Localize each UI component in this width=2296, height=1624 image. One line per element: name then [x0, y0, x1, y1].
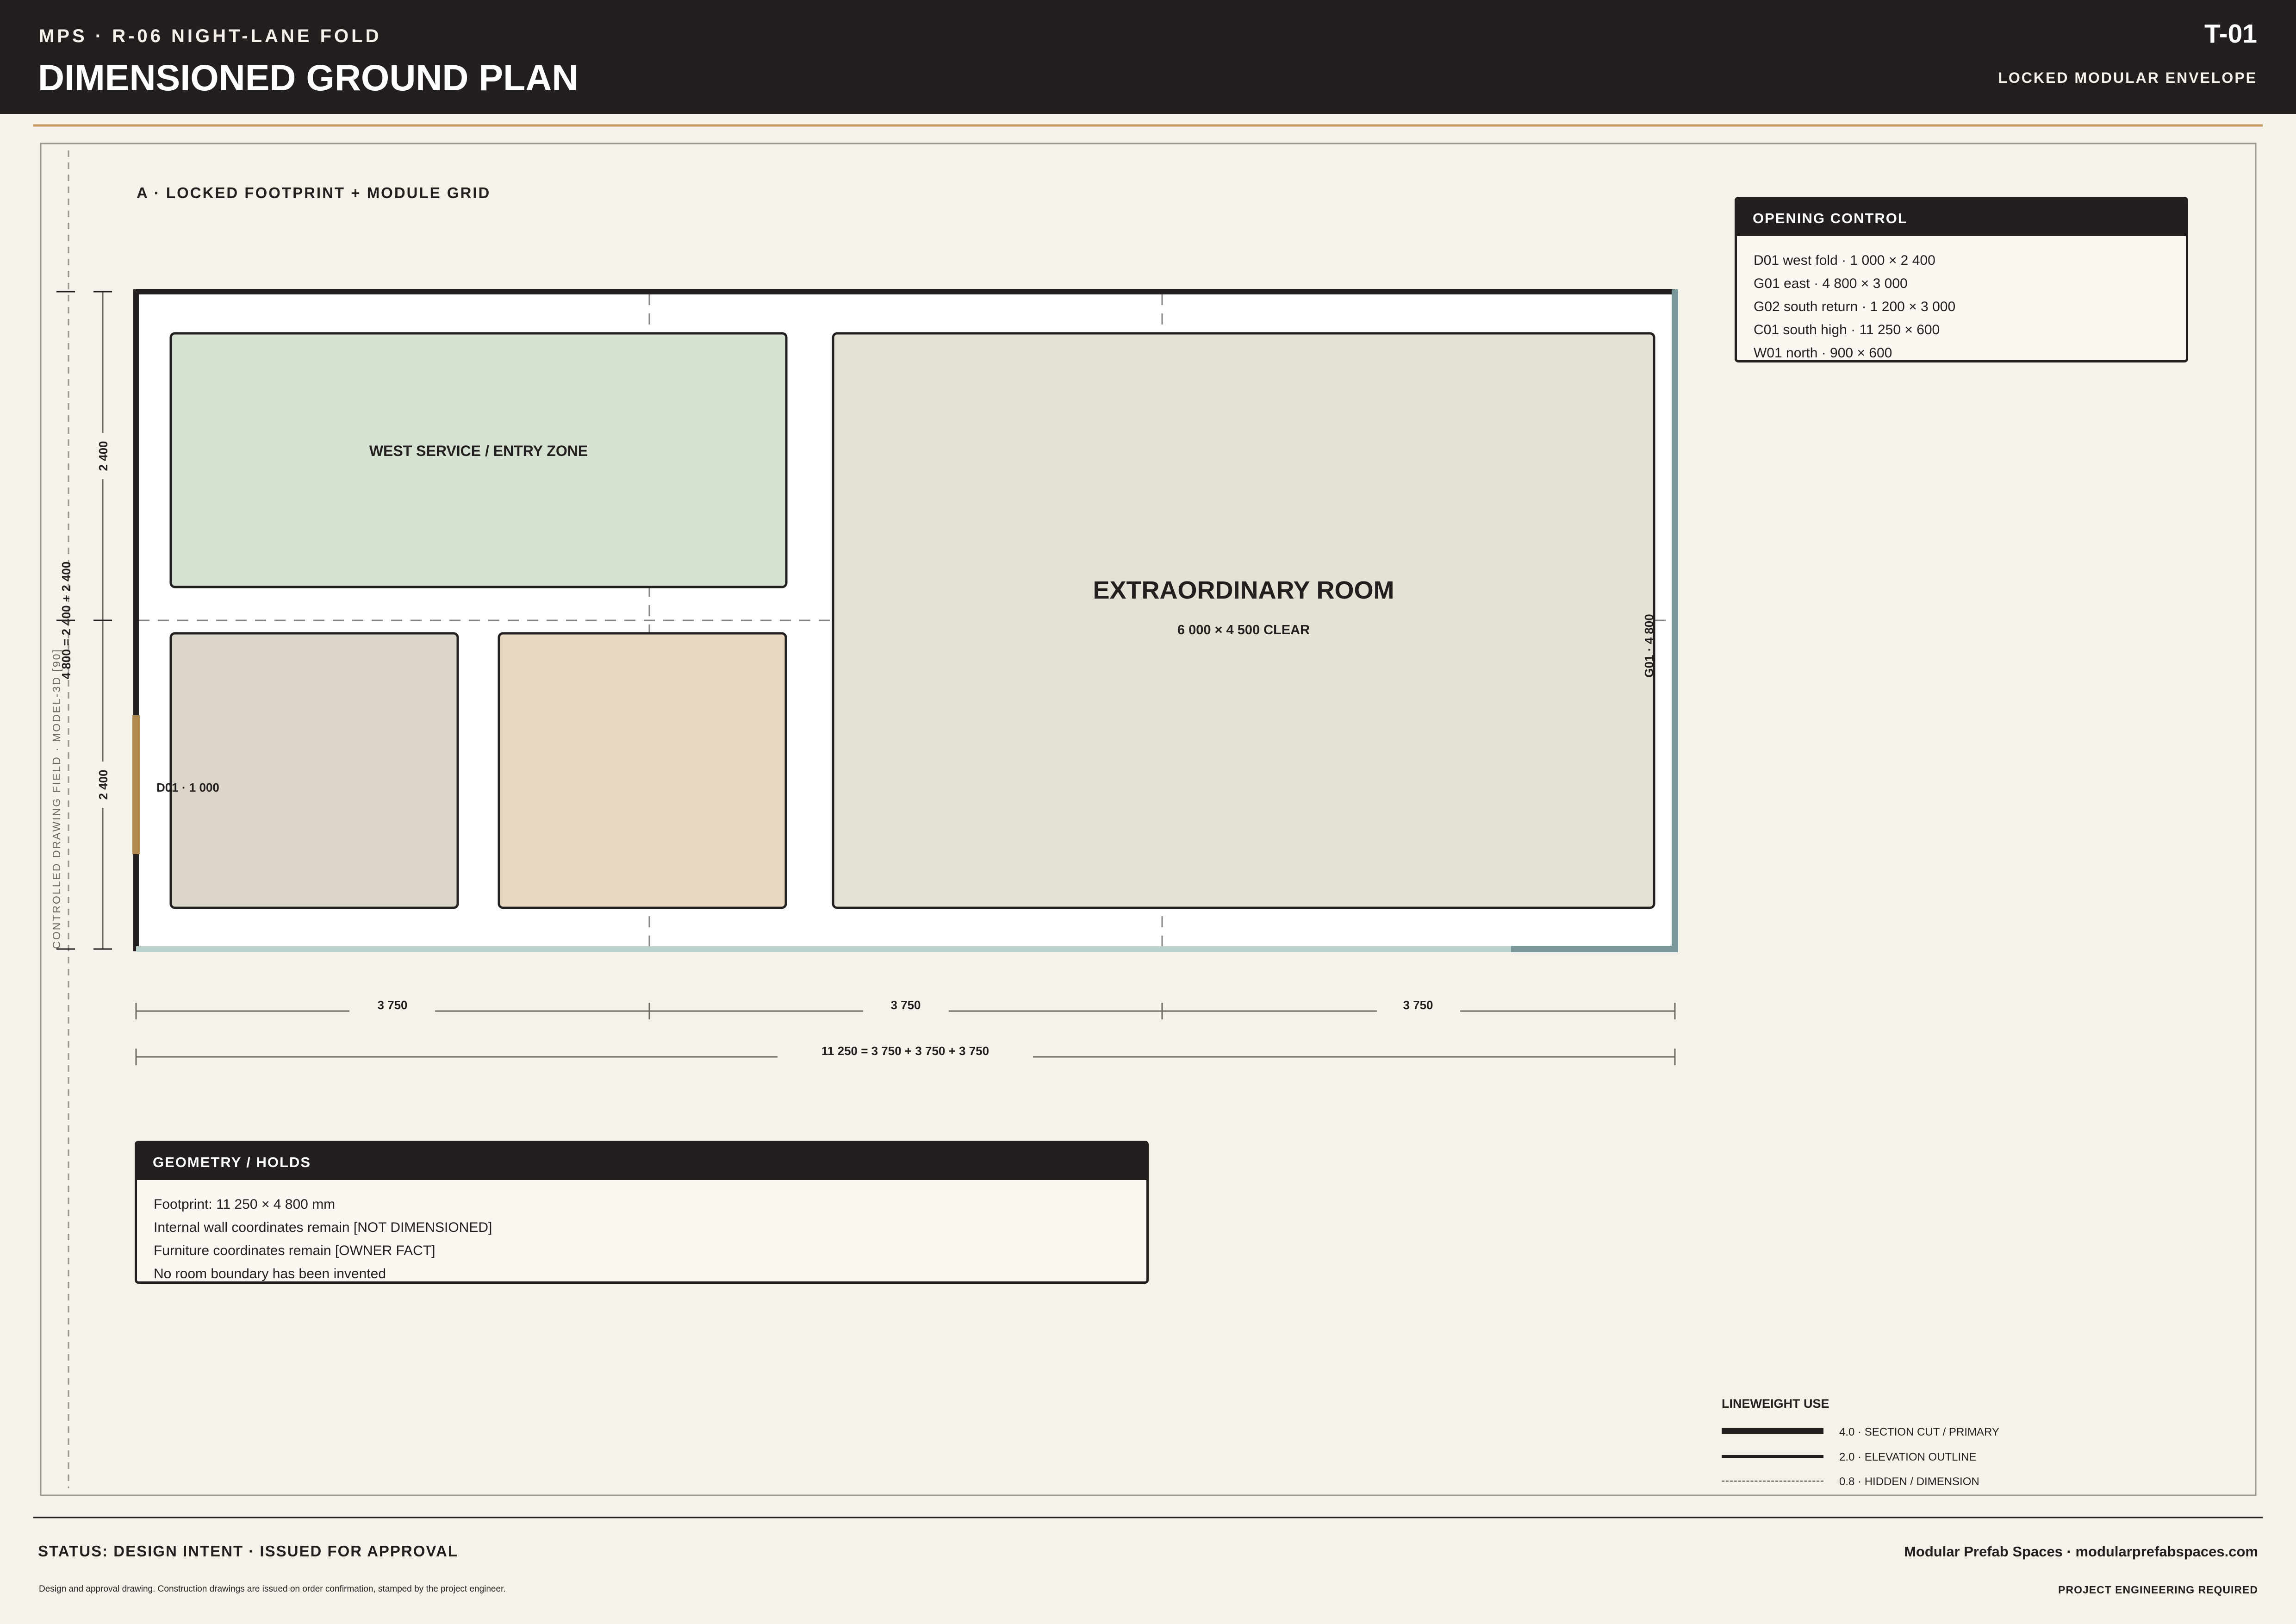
lineweight-sample-outline: [1722, 1455, 1823, 1458]
opening-item: D01 west fold · 1 000 × 2 400: [1754, 253, 1935, 268]
zone-west-service: [169, 332, 788, 588]
hold-item: Furniture coordinates remain [OWNER FACT…: [154, 1243, 436, 1258]
opening-control-title: OPENING CONTROL: [1737, 199, 2186, 236]
lineweight-sample-primary: [1722, 1428, 1823, 1434]
label-extraordinary-room: EXTRAORDINARY ROOM: [1093, 576, 1394, 604]
label-door-d01: D01 · 1 000: [156, 781, 219, 794]
geometry-holds-list: Footprint: 11 250 × 4 800 mm Internal wa…: [137, 1180, 1146, 1281]
lineweight-sample-hidden: [1722, 1480, 1823, 1482]
opening-control-list: D01 west fold · 1 000 × 2 400 G01 east ·…: [1737, 236, 2186, 361]
dim-left-bottom: 2 400: [96, 769, 110, 800]
hold-item: Footprint: 11 250 × 4 800 mm: [154, 1197, 336, 1212]
side-field-label: CONTROLLED DRAWING FIELD · MODEL-3D [90]: [50, 648, 62, 949]
opening-item: C01 south high · 11 250 × 600: [1754, 322, 1940, 337]
disclaimer: Design and approval drawing. Constructio…: [39, 1584, 506, 1594]
status-line: STATUS: DESIGN INTENT · ISSUED FOR APPRO…: [38, 1543, 458, 1560]
lineweight-legend-title: LINEWEIGHT USE: [1722, 1397, 1829, 1411]
label-glazing-g01: G01 · 4 800: [1642, 614, 1656, 677]
zone-extraordinary-room: [832, 332, 1655, 909]
lineweight-label-hidden: 0.8 · HIDDEN / DIMENSION: [1839, 1475, 1979, 1488]
company-credit: Modular Prefab Spaces · modularprefabspa…: [1904, 1543, 2258, 1560]
lineweight-label-outline: 2.0 · ELEVATION OUTLINE: [1839, 1451, 1977, 1463]
hold-item: No room boundary has been invented: [154, 1266, 386, 1281]
opening-item: G02 south return · 1 200 × 3 000: [1754, 299, 1956, 314]
dim-left-top: 2 400: [96, 441, 110, 471]
section-title: A · LOCKED FOOTPRINT + MODULE GRID: [137, 184, 491, 201]
geometry-holds-panel: GEOMETRY / HOLDS Footprint: 11 250 × 4 8…: [135, 1141, 1149, 1284]
dim-bay-3: 3 750: [1403, 998, 1433, 1012]
lineweight-label-primary: 4.0 · SECTION CUT / PRIMARY: [1839, 1426, 1999, 1438]
engineering-requirement: PROJECT ENGINEERING REQUIRED: [2058, 1584, 2258, 1596]
hold-item: Internal wall coordinates remain [NOT DI…: [154, 1220, 492, 1235]
zone-sand-module: [498, 632, 787, 909]
opening-item: G01 east · 4 800 × 3 000: [1754, 276, 1908, 291]
label-west-service: WEST SERVICE / ENTRY ZONE: [369, 443, 588, 459]
opening-item: W01 north · 900 × 600: [1754, 345, 1892, 361]
geometry-holds-title: GEOMETRY / HOLDS: [137, 1143, 1146, 1180]
dim-overall: 11 250 = 3 750 + 3 750 + 3 750: [821, 1044, 989, 1058]
label-room-clear: 6 000 × 4 500 CLEAR: [1177, 623, 1310, 637]
drawing-sheet: MPS · R-06 NIGHT-LANE FOLD DIMENSIONED G…: [0, 0, 2296, 1624]
dim-bay-2: 3 750: [890, 998, 921, 1012]
opening-control-panel: OPENING CONTROL D01 west fold · 1 000 × …: [1735, 197, 2188, 362]
zone-grey-module: [169, 632, 459, 909]
dim-bay-1: 3 750: [377, 998, 407, 1012]
